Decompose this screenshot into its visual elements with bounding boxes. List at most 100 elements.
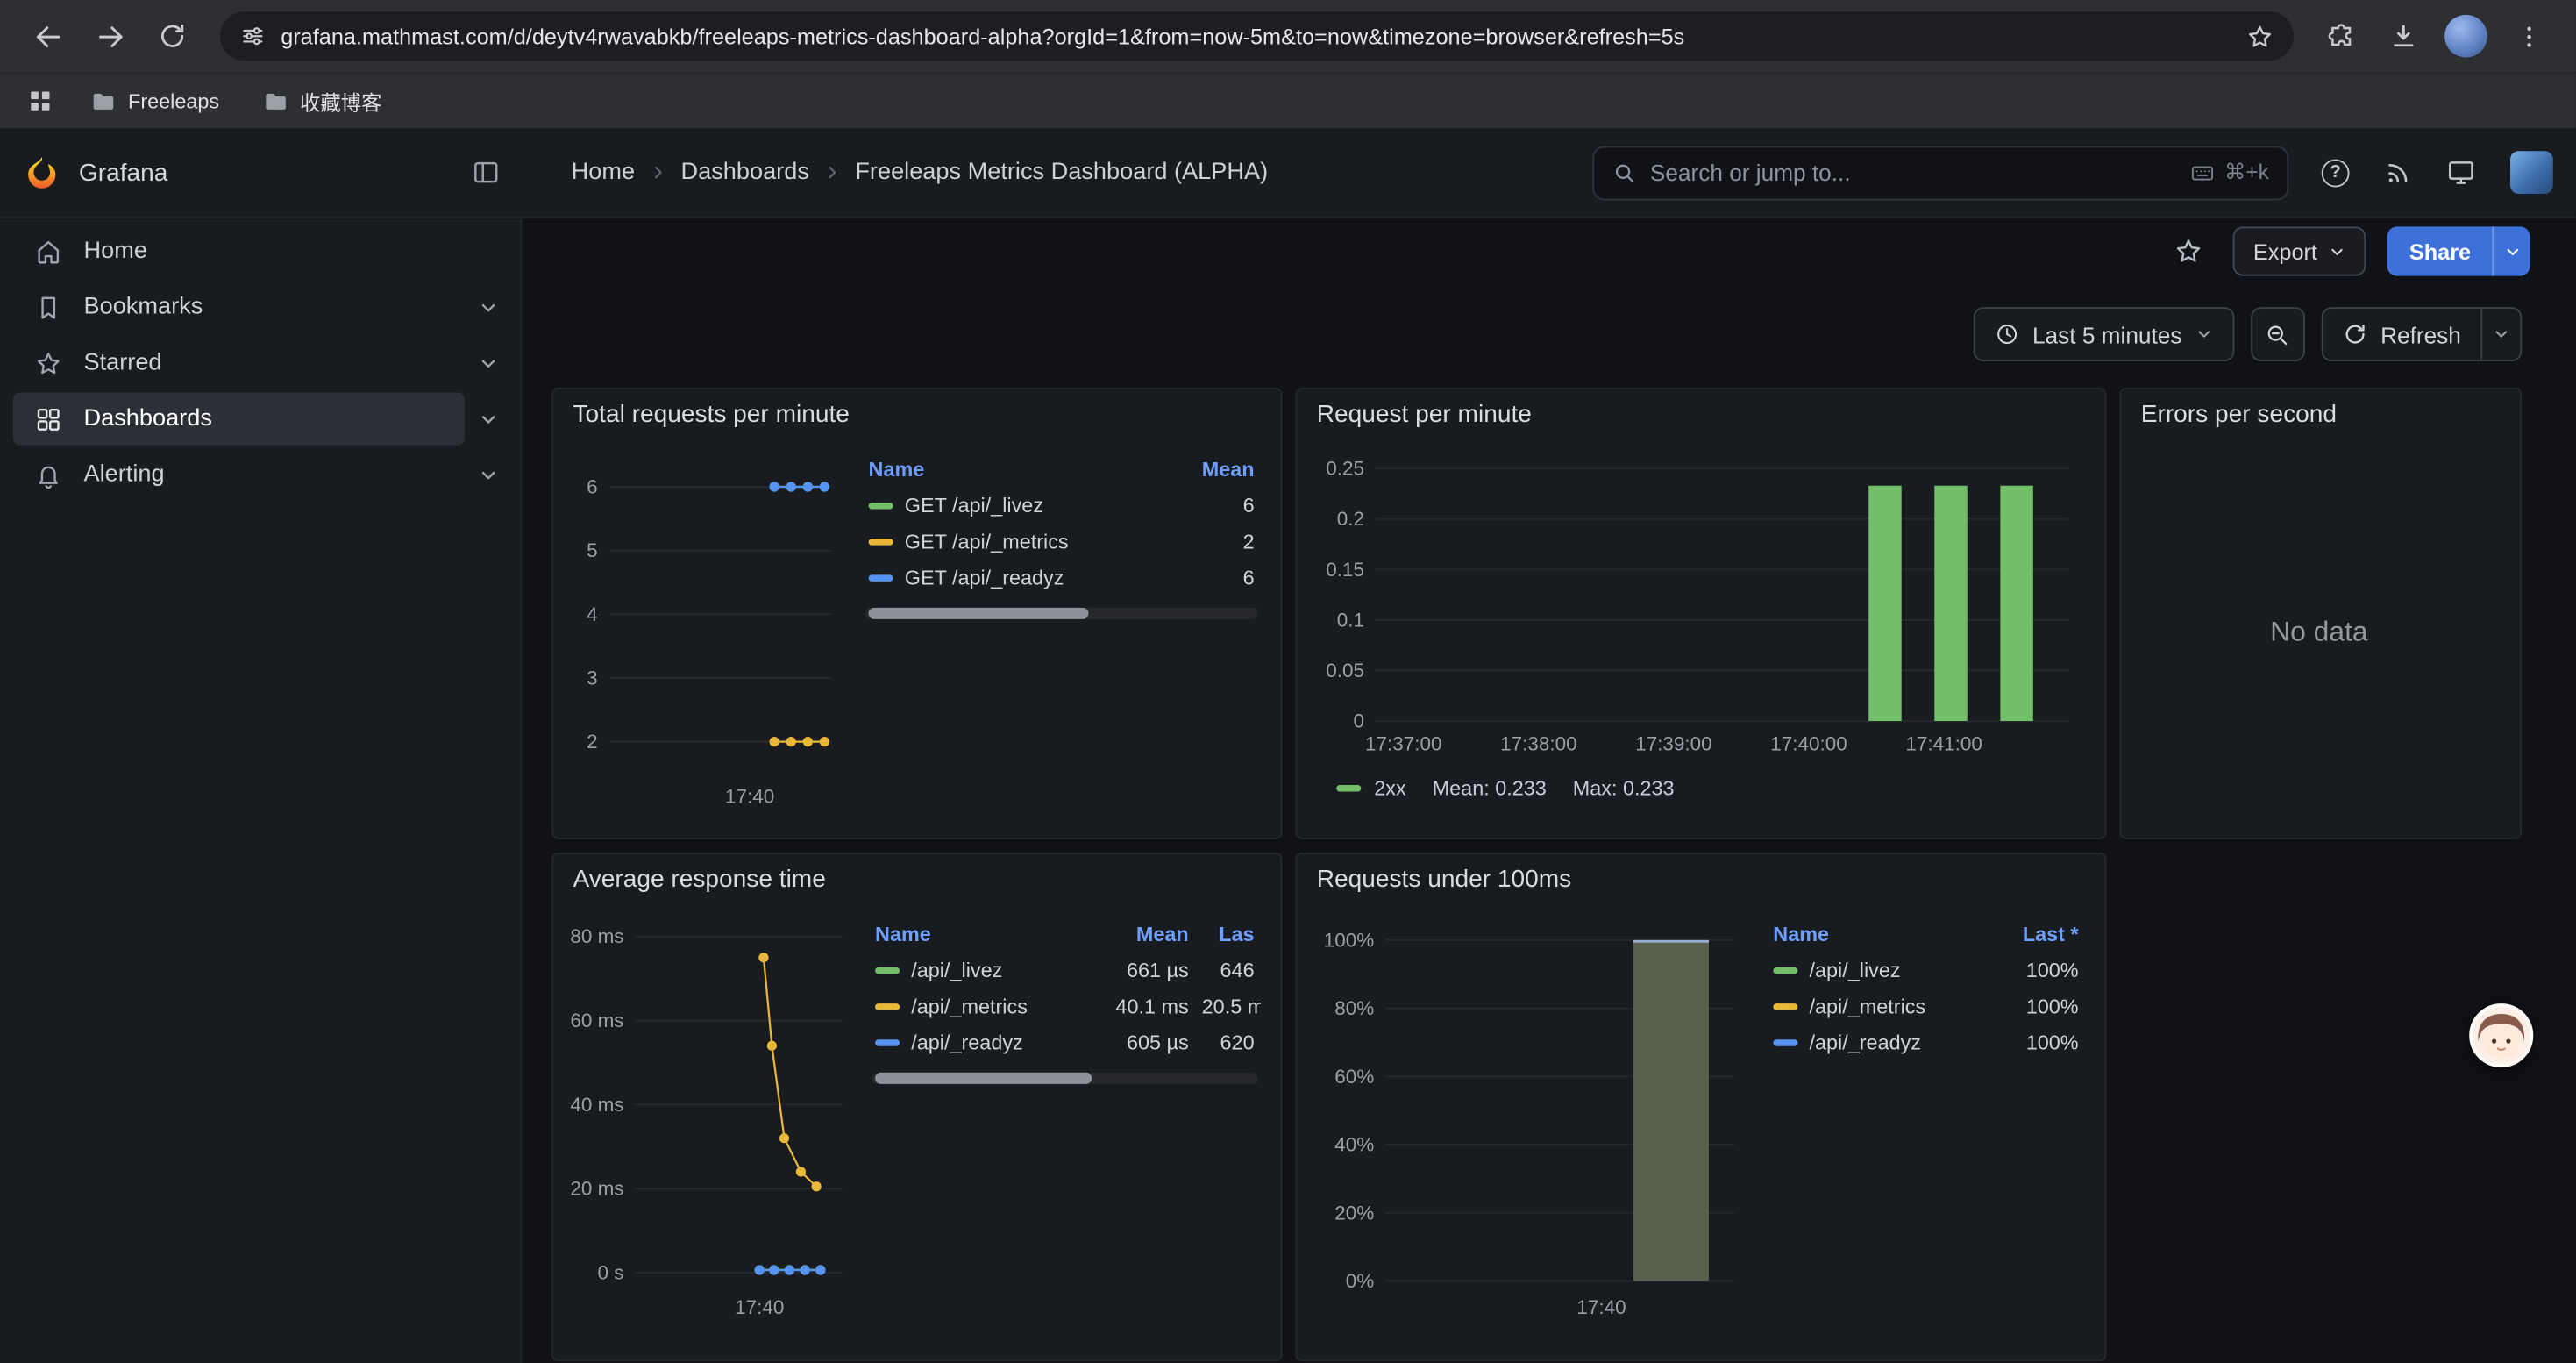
grafana-logo-icon[interactable] <box>23 153 60 191</box>
breadcrumb-current-dashboard[interactable]: Freeleaps Metrics Dashboard (ALPHA) <box>855 160 1268 186</box>
export-button[interactable]: Export <box>2233 226 2366 275</box>
chart-svg-average-response-time[interactable]: 80 ms60 ms40 ms20 ms0 s17:40 <box>566 900 856 1327</box>
browser-toolbar: grafana.mathmast.com/d/deytv4rwavabkb/fr… <box>0 0 2576 72</box>
browser-profile-avatar[interactable] <box>2444 15 2487 58</box>
bookmark-item-blogs[interactable]: 收藏博客 <box>262 85 382 117</box>
legend-column-header[interactable]: Name <box>869 920 1100 953</box>
legend-horizontal-scrollbar[interactable] <box>872 1073 1257 1084</box>
series-color-swatch <box>869 539 893 545</box>
expand-starred-button[interactable] <box>465 340 510 386</box>
chart-svg-total-requests-per-minute[interactable]: 6543217:40 <box>566 435 849 816</box>
series-name[interactable]: GET /api/_livez <box>905 495 1043 517</box>
reload-button[interactable] <box>146 10 199 62</box>
assistant-avatar[interactable] <box>2469 1003 2533 1067</box>
series-name[interactable]: GET /api/_readyz <box>905 567 1064 589</box>
dashboard-canvas: Export Share <box>522 218 2575 1363</box>
search-input[interactable]: Search or jump to... ⌘+k <box>1592 146 2288 200</box>
sidebar-item-bookmarks: Bookmarks <box>0 279 510 335</box>
scrollbar-thumb[interactable] <box>869 608 1089 619</box>
legend-row[interactable]: /api/_livez661 µs646 <box>869 953 1262 988</box>
sidebar-link-starred[interactable]: Starred <box>13 337 465 389</box>
refresh-button-label: Refresh <box>2380 321 2461 347</box>
legend-row[interactable]: /api/_livez100% <box>1767 953 2085 988</box>
legend-column-header[interactable]: Name <box>862 455 1178 488</box>
expand-bookmarks-button[interactable] <box>465 284 510 330</box>
apps-grid-icon[interactable] <box>26 87 54 115</box>
breadcrumb-dashboards[interactable]: Dashboards <box>681 160 809 186</box>
keyboard-icon <box>2190 161 2215 185</box>
legend-series[interactable]: 2xx <box>1336 777 1405 800</box>
series-name[interactable]: /api/_readyz <box>1809 1031 1921 1054</box>
expand-dashboards-button[interactable] <box>465 396 510 441</box>
forward-button[interactable] <box>83 10 136 62</box>
monitor-icon[interactable] <box>2446 158 2476 188</box>
zoom-out-time-button[interactable] <box>2251 307 2305 361</box>
chart-svg-requests-under-100ms[interactable]: 100%80%60%40%20%0%17:40 <box>1310 900 1754 1327</box>
time-range-picker[interactable]: Last 5 minutes <box>1974 307 2235 361</box>
news-rss-icon[interactable] <box>2384 159 2412 187</box>
back-button[interactable] <box>21 10 74 62</box>
panel-title[interactable]: Average response time <box>553 854 1281 897</box>
panel-title[interactable]: Requests under 100ms <box>1297 854 2104 897</box>
dashboard-panels-area: Total requests per minute 6543217:40 Nam… <box>522 388 2575 1363</box>
chart-request-per-minute[interactable]: 0.250.20.150.10.05017:37:0017:38:0017:39… <box>1310 435 2089 772</box>
refresh-interval-button[interactable] <box>2480 309 2520 360</box>
bookmark-item-freeleaps[interactable]: Freeleaps <box>90 88 219 114</box>
legend-row[interactable]: /api/_metrics100% <box>1767 988 2085 1024</box>
sidebar-link-dashboards[interactable]: Dashboards <box>13 393 465 446</box>
legend-column-header[interactable]: Name <box>1767 920 2000 953</box>
share-button[interactable]: Share <box>2387 226 2492 275</box>
legend-column-header[interactable]: Last * <box>2000 920 2085 953</box>
legend-column-header[interactable]: Las <box>1195 920 1261 953</box>
legend-value: 6 <box>1178 560 1261 596</box>
chart-svg-request-per-minute[interactable]: 0.250.20.150.10.05017:37:0017:38:0017:39… <box>1310 435 2091 763</box>
legend-row[interactable]: /api/_readyz100% <box>1767 1024 2085 1060</box>
legend-row[interactable]: GET /api/_readyz 6 <box>862 560 1261 596</box>
panel-errors-per-second: Errors per second No data <box>2119 388 2522 839</box>
address-bar[interactable]: grafana.mathmast.com/d/deytv4rwavabkb/fr… <box>220 11 2294 61</box>
share-menu-button[interactable] <box>2492 226 2530 275</box>
legend-horizontal-scrollbar[interactable] <box>865 608 1258 619</box>
sidebar-toggle-button[interactable] <box>463 149 509 195</box>
legend-row[interactable]: GET /api/_metrics2 <box>862 524 1261 560</box>
url-text[interactable]: grafana.mathmast.com/d/deytv4rwavabkb/fr… <box>281 24 2245 48</box>
panel-title[interactable]: Request per minute <box>1297 389 2104 432</box>
svg-text:40 ms: 40 ms <box>570 1094 623 1116</box>
site-settings-icon[interactable] <box>239 23 266 49</box>
legend-row[interactable]: /api/_readyz605 µs620 <box>869 1024 1262 1060</box>
refresh-button-group: Refresh <box>2322 307 2523 361</box>
refresh-button[interactable]: Refresh <box>2323 309 2481 360</box>
series-name[interactable]: /api/_metrics <box>1809 995 1925 1018</box>
extensions-button[interactable] <box>2315 10 2367 62</box>
breadcrumb-home[interactable]: Home <box>572 160 635 186</box>
chart-requests-under-100ms[interactable]: 100%80%60%40%20%0%17:40 <box>1310 900 1754 1350</box>
grafana-brand: Grafana <box>23 149 509 195</box>
favorite-dashboard-button[interactable] <box>2167 228 2212 274</box>
legend-column-header[interactable]: Mean <box>1178 455 1261 488</box>
series-name[interactable]: /api/_readyz <box>911 1031 1023 1054</box>
downloads-button[interactable] <box>2377 10 2430 62</box>
help-icon[interactable]: ? <box>2322 159 2350 187</box>
sidebar-link-alerting[interactable]: Alerting <box>13 448 465 501</box>
chart-total-requests[interactable]: 6543217:40 <box>566 435 849 828</box>
panel-title[interactable]: Total requests per minute <box>553 389 1281 432</box>
legend-column-header[interactable]: Mean <box>1100 920 1196 953</box>
browser-menu-button[interactable] <box>2502 10 2555 62</box>
svg-text:17:39:00: 17:39:00 <box>1635 733 1711 755</box>
legend-row[interactable]: GET /api/_livez6 <box>862 488 1261 524</box>
panel-title[interactable]: Errors per second <box>2121 389 2520 432</box>
series-name[interactable]: GET /api/_metrics <box>905 531 1069 553</box>
scrollbar-thumb[interactable] <box>875 1073 1091 1084</box>
expand-alerting-button[interactable] <box>465 452 510 497</box>
bookmark-star-icon[interactable] <box>2246 22 2274 50</box>
series-name[interactable]: /api/_livez <box>1809 960 1900 982</box>
user-avatar[interactable] <box>2510 151 2553 194</box>
legend-row[interactable]: /api/_metrics40.1 ms20.5 m <box>869 988 1262 1024</box>
series-name[interactable]: /api/_livez <box>911 960 1002 982</box>
svg-text:0.25: 0.25 <box>1326 458 1364 480</box>
sidebar-link-bookmarks[interactable]: Bookmarks <box>13 281 465 333</box>
sidebar-link-home[interactable]: Home <box>13 225 510 278</box>
chart-average-response-time[interactable]: 80 ms60 ms40 ms20 ms0 s17:40 <box>566 900 856 1350</box>
series-name[interactable]: /api/_metrics <box>911 995 1028 1018</box>
search-placeholder: Search or jump to... <box>1650 160 2177 186</box>
